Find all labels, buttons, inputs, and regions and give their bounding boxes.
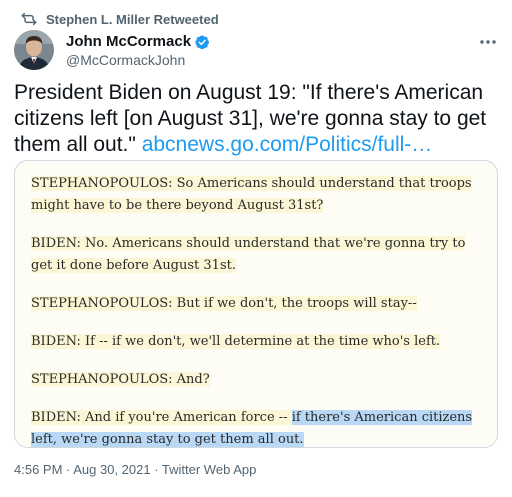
author-block: John McCormack @McCormackJohn [66, 33, 210, 68]
transcript-line: STEPHANOPOULOS: And? [31, 372, 210, 387]
tweet-text: President Biden on August 19: "If there'… [14, 80, 498, 158]
more-icon[interactable] [478, 34, 498, 50]
avatar[interactable] [14, 30, 54, 70]
transcript-line: STEPHANOPOULOS: But if we don't, the tro… [31, 296, 417, 311]
transcript-line: BIDEN: If -- if we don't, we'll determin… [31, 334, 441, 349]
verified-badge-icon [194, 34, 210, 50]
transcript-text: STEPHANOPOULOS: So Americans should unde… [31, 173, 489, 447]
tweet-card[interactable]: Stephen L. Miller Retweeted John McCorma… [0, 0, 512, 497]
transcript-line: BIDEN: And if you're American force -- [31, 410, 292, 425]
author-handle[interactable]: @McCormackJohn [66, 52, 210, 68]
transcript-paragraph: STEPHANOPOULOS: And? [31, 369, 489, 391]
transcript-paragraph: STEPHANOPOULOS: But if we don't, the tro… [31, 293, 489, 315]
transcript-line: BIDEN: No. Americans should understand t… [31, 236, 466, 273]
transcript-paragraph: BIDEN: And if you're American force -- i… [31, 407, 489, 447]
retweet-label[interactable]: Stephen L. Miller Retweeted [46, 12, 219, 27]
retweet-header: Stephen L. Miller Retweeted [20, 10, 219, 28]
retweet-icon [20, 10, 38, 28]
transcript-paragraph: BIDEN: If -- if we don't, we'll determin… [31, 331, 489, 353]
author-name[interactable]: John McCormack [66, 33, 191, 50]
transcript-paragraph: STEPHANOPOULOS: So Americans should unde… [31, 173, 489, 217]
transcript-paragraph: BIDEN: No. Americans should understand t… [31, 233, 489, 277]
media-image-transcript[interactable]: STEPHANOPOULOS: So Americans should unde… [14, 160, 498, 448]
transcript-line: STEPHANOPOULOS: So Americans should unde… [31, 176, 472, 213]
tweet-timestamp[interactable]: 4:56 PM · Aug 30, 2021 · Twitter Web App [14, 462, 256, 477]
tweet-link[interactable]: abcnews.go.com/Politics/full-… [142, 133, 433, 156]
